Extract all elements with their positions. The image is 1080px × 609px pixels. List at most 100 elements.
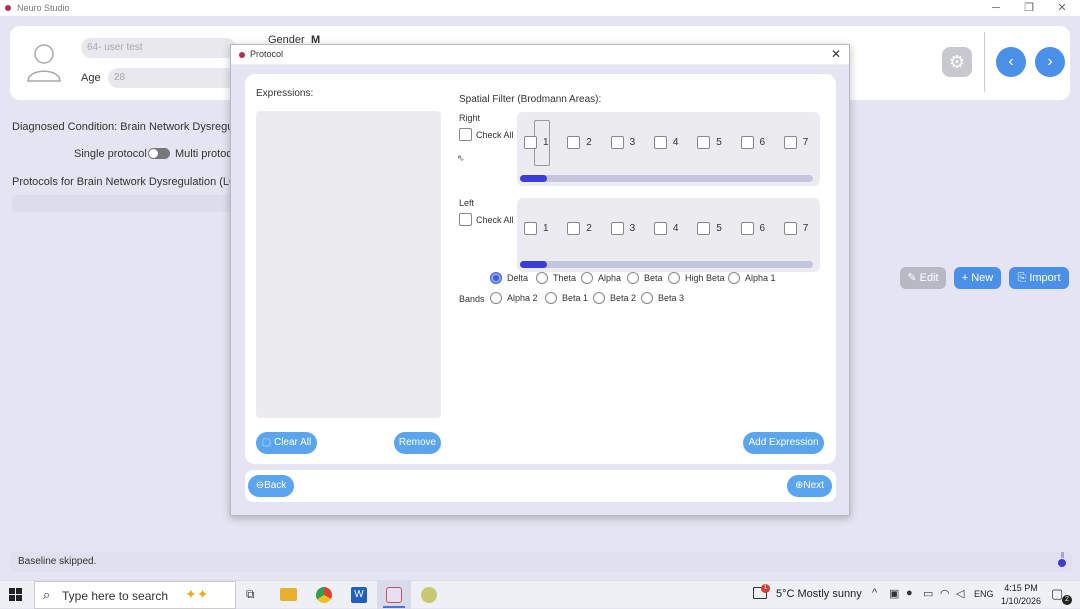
battery-icon[interactable]: ▭: [923, 587, 933, 600]
taskbar: ⌕ Type here to search ✦✦ ⧉ W 1 5°C Mostl…: [0, 580, 1080, 609]
band-beta-2-radio[interactable]: [593, 292, 605, 304]
right-area-5-checkbox[interactable]: [697, 136, 711, 149]
left-area-7-checkbox[interactable]: [783, 222, 797, 235]
left-area-6-checkbox[interactable]: [740, 222, 754, 235]
notification-count: 2: [1062, 595, 1072, 605]
clock-date[interactable]: 1/10/2026: [1000, 596, 1042, 606]
weather-text[interactable]: 5°C Mostly sunny: [776, 588, 862, 600]
search-highlight-icon: ✦✦: [185, 586, 209, 602]
show-hidden-icons-chevron-icon[interactable]: ^: [872, 587, 877, 599]
word-icon[interactable]: W: [351, 587, 367, 603]
band-beta-1-radio[interactable]: [545, 292, 557, 304]
left-area-1-checkbox[interactable]: [524, 222, 537, 235]
clear-all-button[interactable]: ▢ Clear All: [256, 432, 317, 454]
weather-badge: 1: [761, 584, 770, 593]
restore-button[interactable]: ❐: [1013, 0, 1045, 16]
remove-button[interactable]: Remove: [394, 432, 441, 454]
age-label: Age: [81, 72, 101, 84]
left-check-all-checkbox[interactable]: [459, 213, 472, 226]
right-areas-scrollbar[interactable]: [520, 175, 813, 182]
expressions-list[interactable]: [256, 111, 441, 418]
dialog-nav-card: ⊖Back ⊕Next: [245, 470, 836, 502]
left-check-all[interactable]: Check All: [459, 213, 514, 227]
right-check-all-label: Check All: [476, 130, 514, 140]
band-alpha-label: Alpha: [598, 273, 622, 283]
app-taskbar-icon[interactable]: [421, 587, 437, 603]
left-area-5-checkbox[interactable]: [697, 222, 711, 235]
mouse-cursor-icon: ⇖: [457, 153, 465, 163]
status-text: Baseline skipped.: [18, 556, 97, 567]
volume-icon[interactable]: ◁: [956, 587, 964, 600]
language-indicator[interactable]: ENG: [974, 589, 994, 599]
spatial-filter-label: Spatial Filter (Brodmann Areas):: [459, 94, 602, 105]
windows-start-icon[interactable]: [9, 588, 23, 602]
expressions-label: Expressions:: [256, 88, 314, 99]
left-area-2-checkbox[interactable]: [567, 222, 581, 235]
back-button[interactable]: ⊖Back: [248, 475, 294, 497]
wifi-icon[interactable]: ◠: [940, 587, 950, 600]
right-area-2-checkbox[interactable]: [567, 136, 581, 149]
edit-button[interactable]: ✎ Edit: [900, 267, 946, 289]
neuro-studio-taskbar-item[interactable]: [377, 581, 411, 609]
band-beta-radio[interactable]: [627, 272, 639, 284]
band-alpha-2-radio[interactable]: [490, 292, 502, 304]
task-view-icon[interactable]: ⧉: [246, 587, 255, 602]
right-hemisphere-label: Right: [459, 113, 481, 123]
band-theta-radio[interactable]: [536, 272, 548, 284]
file-explorer-icon[interactable]: [280, 588, 297, 601]
band-beta-label: Beta: [644, 273, 663, 283]
right-area-6-checkbox[interactable]: [740, 136, 754, 149]
meet-now-icon[interactable]: ▣: [889, 587, 899, 600]
left-area-4-checkbox[interactable]: [653, 222, 667, 235]
band-alpha-1-radio[interactable]: [728, 272, 740, 284]
new-button[interactable]: + New: [954, 267, 1001, 289]
taskbar-search-box[interactable]: ⌕ Type here to search ✦✦: [34, 581, 236, 609]
dialog-close-button[interactable]: ✕: [831, 47, 841, 61]
protocol-list-row[interactable]: [12, 195, 232, 212]
band-high-beta-label: High Beta: [685, 273, 725, 283]
right-area-3-checkbox[interactable]: [610, 136, 624, 149]
right-area-1-checkbox[interactable]: [524, 136, 537, 149]
window-titlebar: Neuro Studio ─ ❐ ✕: [0, 0, 1080, 16]
band-theta-label: Theta: [553, 273, 577, 283]
nav-forward-circle-icon[interactable]: ›: [1035, 47, 1065, 77]
right-area-7-checkbox[interactable]: [783, 136, 797, 149]
microphone-icon[interactable]: ●: [906, 587, 913, 599]
band-alpha-radio[interactable]: [581, 272, 593, 284]
status-scroll-handle[interactable]: [1061, 552, 1064, 558]
left-area-2-label: 2: [586, 223, 592, 234]
dialog-titlebar: Protocol ✕: [231, 45, 849, 65]
band-alpha-1-label: Alpha 1: [745, 273, 776, 283]
right-areas-panel: 1 2 3 4 5 6 7: [517, 112, 820, 186]
band-delta-label: Delta: [507, 273, 529, 283]
left-area-3-label: 3: [629, 223, 636, 234]
next-button[interactable]: ⊕Next: [787, 475, 832, 497]
nav-back-circle-icon[interactable]: ‹: [996, 47, 1026, 77]
left-area-3-checkbox[interactable]: [610, 222, 624, 235]
left-areas-scroll-thumb[interactable]: [520, 261, 547, 268]
age-field[interactable]: 28: [108, 68, 236, 88]
left-areas-scrollbar[interactable]: [520, 261, 813, 268]
band-high-beta-radio[interactable]: [668, 272, 680, 284]
right-check-all-checkbox[interactable]: [459, 128, 472, 141]
right-area-7-label: 7: [802, 137, 809, 148]
close-button[interactable]: ✕: [1046, 0, 1078, 16]
chrome-icon[interactable]: [316, 587, 332, 603]
add-expression-button[interactable]: Add Expression: [743, 432, 824, 454]
user-select-field[interactable]: 64- user test: [81, 38, 236, 58]
right-check-all[interactable]: Check All: [459, 128, 514, 142]
band-delta-radio[interactable]: [490, 272, 502, 284]
app-icon: [5, 5, 11, 11]
right-areas-scroll-thumb[interactable]: [520, 175, 547, 182]
settings-gear-icon[interactable]: ⚙: [942, 47, 972, 77]
band-beta-3-radio[interactable]: [641, 292, 653, 304]
back-arrow-icon: ⊖: [255, 480, 265, 491]
import-button[interactable]: ⎘ Import: [1009, 267, 1069, 289]
right-area-3-label: 3: [629, 137, 636, 148]
protocol-mode-toggle[interactable]: [148, 148, 170, 159]
right-area-4-checkbox[interactable]: [653, 136, 667, 149]
right-area-5-label: 5: [716, 137, 722, 148]
clock-time[interactable]: 4:15 PM: [1004, 583, 1038, 593]
minimize-button[interactable]: ─: [980, 0, 1012, 16]
right-area-4-label: 4: [672, 137, 679, 148]
